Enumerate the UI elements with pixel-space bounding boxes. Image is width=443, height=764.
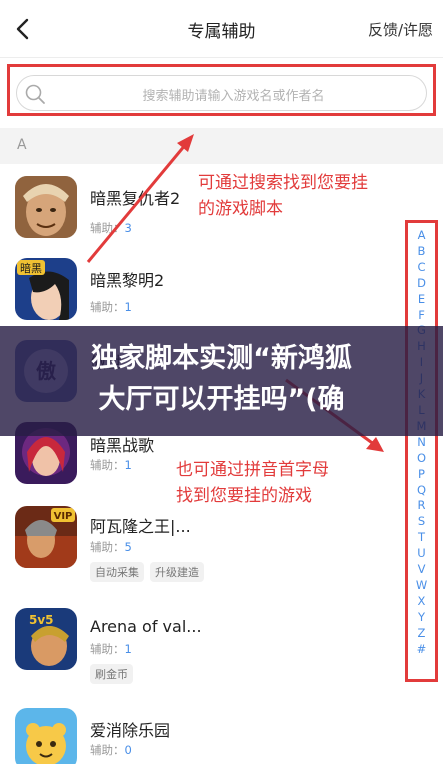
title-overlay-banner: 独家脚本实测“新鸿狐 大厅可以开挂吗”(确 bbox=[0, 326, 443, 436]
search-tip-annotation: 可通过搜索找到您要挂 的游戏脚本 bbox=[198, 170, 368, 222]
search-tip-line1: 可通过搜索找到您要挂 bbox=[198, 173, 368, 193]
alpha-tip-line1: 也可通过拼音首字母 bbox=[176, 460, 329, 480]
search-tip-line2: 的游戏脚本 bbox=[198, 199, 283, 219]
alpha-tip-annotation: 也可通过拼音首字母 找到您要挂的游戏 bbox=[176, 457, 329, 509]
banner-line2: 大厅可以开挂吗”(确 bbox=[98, 384, 345, 415]
search-tip-arrowhead bbox=[177, 134, 194, 152]
banner-line1: 独家脚本实测“新鸿狐 bbox=[91, 343, 352, 374]
alpha-tip-line2: 找到您要挂的游戏 bbox=[176, 486, 312, 506]
search-tip-arrow bbox=[86, 143, 188, 263]
